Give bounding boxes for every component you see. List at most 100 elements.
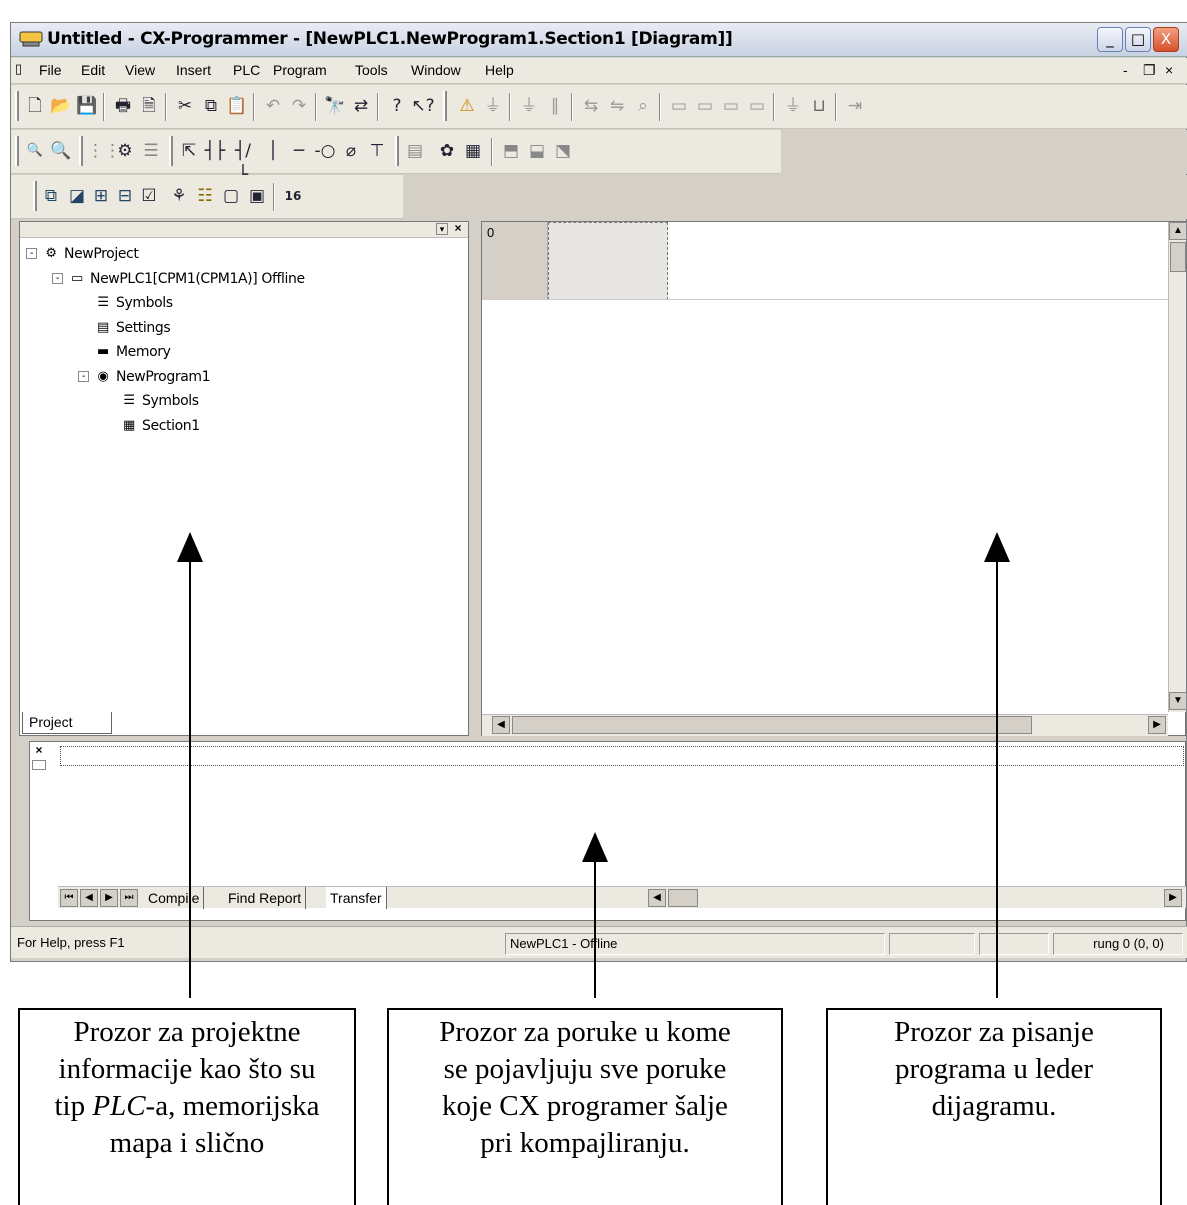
symbol-icon[interactable]: ⚙ — [113, 139, 137, 163]
title-bar[interactable]: Untitled - CX-Programmer - [NewPLC1.NewP… — [11, 23, 1187, 57]
mdi-minimize-button[interactable]: - — [1123, 62, 1128, 78]
hex-icon[interactable]: 16 — [281, 184, 305, 208]
coil-icon[interactable]: -○ — [313, 139, 337, 163]
step-icon[interactable]: ⏚ — [781, 94, 805, 118]
tab-find-report[interactable]: Find Report — [224, 887, 307, 909]
toolbar-grip[interactable] — [395, 136, 399, 166]
toolbar-grip[interactable] — [15, 91, 19, 121]
io-table-icon[interactable]: ☷ — [193, 184, 217, 208]
memory-view-icon[interactable]: ▣ — [245, 184, 269, 208]
io-icon[interactable]: ⊔ — [807, 94, 831, 118]
prev-tab-icon[interactable]: ◀ — [80, 889, 98, 907]
output-window-icon[interactable]: ◪ — [65, 184, 89, 208]
print-preview-icon[interactable]: 🗎 — [137, 94, 161, 118]
rung-icon-2[interactable]: ⬓ — [525, 139, 549, 163]
toolbar-grip[interactable] — [79, 136, 83, 166]
contact-nc-icon[interactable]: ┤/├ — [231, 139, 255, 185]
tab-transfer[interactable]: Transfer — [326, 887, 387, 909]
zoom-out-icon[interactable]: 🔍 — [23, 139, 47, 163]
tab-compile[interactable]: Compile — [144, 887, 205, 909]
memory-icon[interactable]: ▦ — [461, 139, 485, 163]
menu-help[interactable]: Help — [485, 62, 514, 78]
scroll-right-icon[interactable]: ▶ — [1148, 716, 1166, 734]
vertical-line-icon[interactable]: │ — [261, 139, 285, 163]
connect-icon[interactable]: ⇥ — [843, 94, 867, 118]
horizontal-scrollbar[interactable]: ◀ ▶ — [482, 714, 1168, 736]
scroll-thumb[interactable] — [668, 889, 698, 907]
plc-icon-1[interactable]: ▭ — [667, 94, 691, 118]
minimize-button[interactable]: _ — [1097, 27, 1123, 52]
watch-window-icon[interactable]: ⊞ — [89, 184, 113, 208]
new-icon[interactable]: 🗋 — [23, 94, 47, 118]
paste-icon[interactable]: 📋 — [225, 94, 249, 118]
menu-plc[interactable]: PLC — [233, 62, 260, 78]
tree-expander-icon[interactable]: - — [78, 370, 89, 382]
open-icon[interactable]: 📂 — [49, 94, 73, 118]
coil-nc-icon[interactable]: ⌀ — [339, 139, 363, 163]
menu-insert[interactable]: Insert — [176, 62, 211, 78]
cross-ref-icon[interactable]: ⚘ — [167, 184, 191, 208]
instruction-icon[interactable]: ⊤ — [365, 139, 389, 163]
rung-icon-3[interactable]: ⬔ — [551, 139, 575, 163]
context-help-icon[interactable]: ↖? — [411, 94, 435, 118]
maximize-button[interactable]: □ — [1125, 27, 1151, 52]
plc-icon-3[interactable]: ▭ — [719, 94, 743, 118]
vertical-scrollbar[interactable]: ▲ ▼ — [1168, 222, 1187, 712]
mdi-restore-button[interactable]: ❐ — [1143, 62, 1156, 79]
scroll-thumb[interactable] — [512, 716, 1032, 734]
menu-file[interactable]: File — [39, 62, 62, 78]
redo-icon[interactable]: ↷ — [287, 94, 311, 118]
tree-expander-icon[interactable]: - — [52, 272, 63, 284]
find-icon[interactable]: 🔭 — [323, 94, 347, 118]
compile-icon[interactable]: ▤ — [403, 139, 427, 163]
pane-dock-button[interactable]: ▾ — [436, 223, 448, 235]
menu-program[interactable]: Program — [273, 62, 327, 78]
output-text-area[interactable] — [60, 746, 1184, 766]
scroll-up-icon[interactable]: ▲ — [1169, 222, 1187, 240]
scroll-left-icon[interactable]: ◀ — [648, 889, 666, 907]
toolbar-grip[interactable] — [443, 91, 447, 121]
zoom-in-icon[interactable]: 🔍 — [49, 139, 73, 163]
ladder-diagram-pane[interactable]: 0 ▲ ▼ ◀ ▶ — [481, 221, 1187, 736]
tree-expander-icon[interactable]: - — [26, 248, 37, 259]
plc-icon-2[interactable]: ▭ — [693, 94, 717, 118]
cut-icon[interactable]: ✂ — [173, 94, 197, 118]
monitor-icon[interactable]: ⏚ — [517, 94, 541, 118]
transfer-icon[interactable]: ⇆ — [579, 94, 603, 118]
close-button[interactable]: X — [1153, 27, 1179, 52]
save-icon[interactable]: 💾 — [75, 94, 99, 118]
rung-icon-1[interactable]: ⬒ — [499, 139, 523, 163]
menu-view[interactable]: View — [125, 62, 155, 78]
tab-project[interactable]: Project — [22, 712, 112, 734]
online-icon[interactable]: ⏚ — [481, 94, 505, 118]
grid-icon[interactable]: ⋮⋮ — [87, 139, 121, 163]
address-ref-icon[interactable]: ⊟ — [113, 184, 137, 208]
verify-icon[interactable]: ⌕ — [631, 94, 655, 118]
toolbar-grip[interactable] — [169, 136, 173, 166]
properties-icon[interactable]: ☑ — [137, 184, 161, 208]
pane-dock-button[interactable] — [32, 760, 46, 770]
pane-close-button[interactable]: × — [32, 744, 46, 758]
last-tab-icon[interactable]: ⏭ — [120, 889, 138, 907]
copy-icon[interactable]: ⧉ — [199, 94, 223, 118]
symbol-table-icon[interactable]: ▢ — [219, 184, 243, 208]
help-icon[interactable]: ? — [385, 94, 409, 118]
warning-icon[interactable]: ⚠ — [455, 94, 479, 118]
replace-icon[interactable]: ⇄ — [349, 94, 373, 118]
scroll-thumb[interactable] — [1170, 242, 1186, 272]
document-icon[interactable]: ▯ — [15, 61, 35, 79]
toolbar-grip[interactable] — [33, 181, 37, 211]
plc-icon-4[interactable]: ▭ — [745, 94, 769, 118]
menu-edit[interactable]: Edit — [81, 62, 105, 78]
contact-no-icon[interactable]: ┤├ — [203, 139, 227, 163]
menu-window[interactable]: Window — [411, 62, 461, 78]
menu-tools[interactable]: Tools — [355, 62, 388, 78]
pane-close-button[interactable]: × — [452, 222, 464, 235]
first-tab-icon[interactable]: ⏮ — [60, 889, 78, 907]
table-icon[interactable]: ☰ — [139, 139, 163, 163]
undo-icon[interactable]: ↶ — [261, 94, 285, 118]
scroll-left-icon[interactable]: ◀ — [492, 716, 510, 734]
select-icon[interactable]: ⇱ — [177, 139, 201, 163]
pause-icon[interactable]: ∥ — [543, 94, 567, 118]
print-icon[interactable]: 🖶 — [111, 94, 135, 118]
